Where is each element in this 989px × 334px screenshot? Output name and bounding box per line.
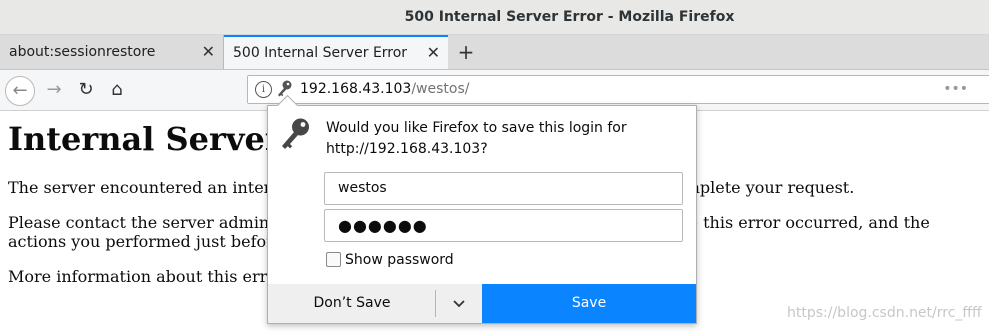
dont-save-button[interactable]: Don’t Save <box>268 284 436 323</box>
password-field[interactable]: ●●●●●● <box>324 209 683 242</box>
save-button[interactable]: Save <box>482 284 696 323</box>
show-password-checkbox[interactable] <box>326 252 341 267</box>
site-info-icon[interactable]: i <box>255 81 272 98</box>
url-path: /westos/ <box>411 81 470 97</box>
url-host: 192.168.43.103 <box>300 81 412 97</box>
close-tab-icon[interactable]: ✕ <box>202 35 215 69</box>
more-options-dropdown[interactable] <box>436 284 482 323</box>
watermark-text: https://blog.csdn.net/rrc_ffff <box>787 305 982 321</box>
reload-button[interactable]: ↻ <box>72 76 100 104</box>
close-tab-icon[interactable]: ✕ <box>427 37 440 69</box>
tab-label: about:sessionrestore <box>9 44 156 60</box>
username-field[interactable]: westos <box>324 172 683 205</box>
forward-button[interactable]: → <box>40 76 68 104</box>
chevron-down-icon <box>453 300 465 308</box>
window-titlebar: 500 Internal Server Error - Mozilla Fire… <box>0 0 989 35</box>
save-login-popup: Would you like Firefox to save this logi… <box>267 94 697 324</box>
tab-strip: about:sessionrestore ✕ 500 Internal Serv… <box>0 35 989 70</box>
tab-label: 500 Internal Server Error <box>233 45 408 61</box>
tab-sessionrestore[interactable]: about:sessionrestore ✕ <box>0 35 224 69</box>
new-tab-button[interactable]: + <box>454 35 478 69</box>
page-actions-icon[interactable]: ••• <box>943 76 968 103</box>
popup-footer: Don’t Save Save <box>268 284 696 323</box>
window-title: 500 Internal Server Error - Mozilla Fire… <box>404 9 735 25</box>
url-bar[interactable]: i 192.168.43.103/westos/ ••• <box>247 75 989 104</box>
tab-active-error[interactable]: 500 Internal Server Error ✕ <box>224 35 448 69</box>
show-password-label[interactable]: Show password <box>345 250 454 270</box>
url-text: 192.168.43.103/westos/ <box>300 76 469 103</box>
key-icon <box>282 118 309 149</box>
message-line-2: http://192.168.43.103? <box>326 141 488 157</box>
message-line-1: Would you like Firefox to save this logi… <box>326 120 627 136</box>
home-button[interactable]: ⌂ <box>103 76 131 104</box>
back-button[interactable]: ← <box>5 76 35 106</box>
save-login-message: Would you like Firefox to save this logi… <box>326 118 666 160</box>
